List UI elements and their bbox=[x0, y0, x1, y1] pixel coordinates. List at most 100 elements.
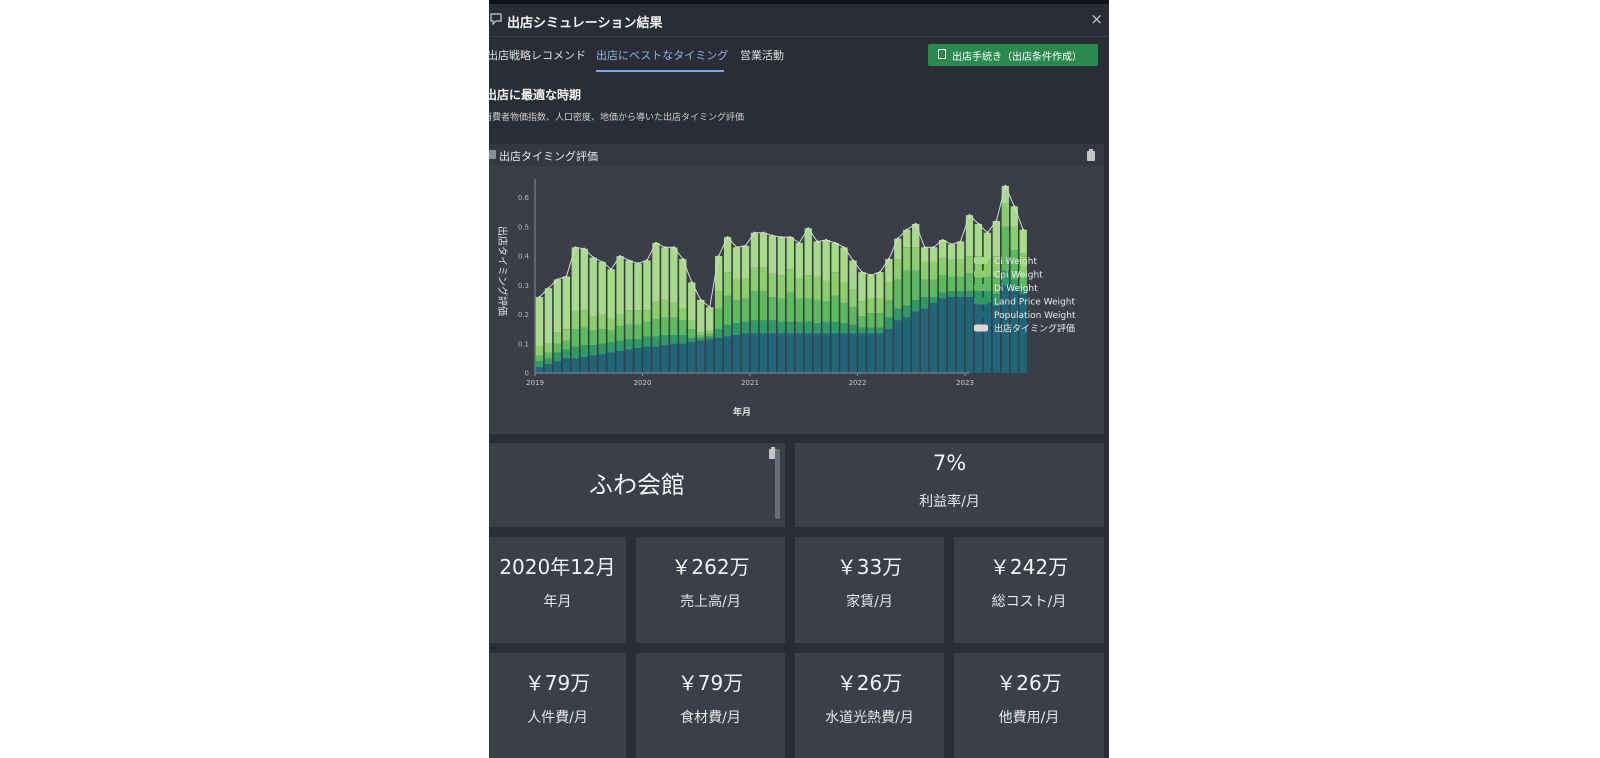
bar-segment bbox=[840, 247, 848, 283]
bar-segment bbox=[786, 292, 794, 322]
bar-segment bbox=[768, 273, 777, 297]
bar-segment bbox=[661, 345, 669, 373]
bar-segment bbox=[723, 295, 732, 325]
bar-segment bbox=[804, 275, 812, 299]
bar-segment bbox=[714, 291, 723, 309]
scrollbar[interactable] bbox=[775, 449, 780, 519]
bar-segment bbox=[688, 342, 696, 373]
total-score-point bbox=[726, 235, 729, 239]
bar-segment bbox=[580, 248, 588, 311]
bar-segment bbox=[777, 298, 786, 322]
bar-segment bbox=[706, 339, 714, 373]
metric-value: ￥33万 bbox=[836, 555, 903, 579]
bar-segment bbox=[759, 232, 768, 268]
bar-segment bbox=[885, 299, 893, 318]
bar-segment bbox=[938, 292, 947, 299]
bar-segment bbox=[1010, 226, 1018, 251]
bar-segment bbox=[661, 317, 669, 335]
bar-segment bbox=[616, 326, 624, 341]
bar-segment bbox=[947, 297, 956, 373]
bar-segment bbox=[822, 333, 830, 373]
simulation-result-panel: 出店シミュレーション結果 × 出店戦略レコメンド 出店にベストなタイミング 営業… bbox=[489, 0, 1109, 758]
bar-segment bbox=[697, 340, 705, 373]
total-score-point bbox=[860, 271, 864, 274]
total-score-point bbox=[914, 222, 917, 226]
bar-segment bbox=[625, 310, 633, 325]
bar-segment bbox=[786, 321, 794, 334]
document-icon bbox=[938, 49, 946, 59]
bar-segment bbox=[822, 240, 830, 281]
bar-segment bbox=[607, 269, 615, 319]
total-score-point bbox=[842, 246, 846, 249]
bar-segment bbox=[714, 308, 723, 330]
metric-value: ￥262万 bbox=[671, 555, 750, 579]
total-score-point bbox=[708, 306, 711, 309]
bar-segment bbox=[885, 329, 893, 373]
store-name-card: ふわ会館 bbox=[489, 443, 785, 527]
bar-segment bbox=[894, 308, 902, 321]
bar-segment bbox=[723, 272, 732, 296]
bar-segment bbox=[831, 295, 839, 322]
bar-segment bbox=[714, 329, 723, 338]
bar-segment bbox=[589, 345, 597, 356]
bar-segment bbox=[589, 355, 597, 373]
metric-label: 水道光熱費/月 bbox=[825, 710, 914, 726]
x-tick-label: 2020 bbox=[634, 379, 652, 387]
metric-label: 家賃/月 bbox=[846, 594, 893, 610]
tab-sales-activity[interactable]: 営業活動 bbox=[740, 47, 784, 63]
bar-segment bbox=[768, 235, 777, 274]
chart-header: 出店タイミング評価 bbox=[489, 144, 1104, 166]
total-score-point bbox=[941, 238, 944, 242]
x-tick-label: 2019 bbox=[526, 379, 544, 387]
bar-segment bbox=[706, 330, 714, 334]
bar-segment bbox=[598, 354, 606, 373]
bar-segment bbox=[535, 361, 544, 368]
bar-segment bbox=[858, 316, 866, 328]
x-tick-label: 2021 bbox=[741, 379, 759, 387]
total-score-point bbox=[780, 235, 783, 239]
bar-segment bbox=[544, 358, 553, 365]
bar-segment bbox=[643, 260, 651, 311]
close-button[interactable]: × bbox=[1090, 10, 1103, 28]
clipboard-icon[interactable] bbox=[1087, 149, 1095, 161]
legend-label: Population Weight bbox=[994, 311, 1076, 321]
bar-segment bbox=[661, 247, 669, 300]
bar-segment bbox=[903, 317, 911, 373]
bar-segment bbox=[813, 333, 821, 373]
tab-strategy-recommend[interactable]: 出店戦略レコメンド bbox=[489, 47, 586, 63]
metric-label: 総コスト/月 bbox=[991, 594, 1067, 610]
legend-swatch bbox=[974, 324, 988, 332]
total-score-point bbox=[878, 271, 881, 274]
bar-segment bbox=[607, 318, 615, 331]
bar-segment bbox=[741, 298, 750, 322]
profit-rate-value: 7% bbox=[932, 451, 967, 475]
bar-segment bbox=[777, 275, 786, 299]
bar-segment bbox=[921, 308, 929, 373]
bar-segment bbox=[956, 259, 965, 277]
bar-segment bbox=[688, 320, 696, 330]
bar-segment bbox=[723, 336, 732, 373]
bar-segment bbox=[750, 232, 759, 268]
bar-segment bbox=[929, 297, 938, 303]
bar-segment bbox=[697, 337, 705, 341]
total-score-point bbox=[977, 222, 980, 226]
total-score-point bbox=[905, 228, 908, 231]
bar-segment bbox=[983, 232, 992, 259]
bar-segment bbox=[912, 270, 920, 300]
bar-segment bbox=[867, 313, 875, 328]
y-tick-label: 0.1 bbox=[518, 340, 529, 348]
bar-segment bbox=[804, 228, 812, 276]
bar-segment bbox=[562, 358, 571, 373]
bar-segment bbox=[894, 320, 902, 373]
bar-segment bbox=[903, 270, 911, 306]
bar-segment bbox=[535, 367, 544, 373]
metric-value: ￥79万 bbox=[677, 671, 744, 695]
bar-segment bbox=[929, 302, 938, 373]
bar-segment bbox=[759, 291, 768, 321]
total-score-point bbox=[753, 231, 756, 234]
tab-best-timing[interactable]: 出店にベストなタイミング bbox=[596, 47, 728, 63]
open-store-procedure-button[interactable]: 出店手続き（出店条件作成） bbox=[928, 44, 1098, 66]
total-score-point bbox=[762, 231, 765, 234]
sales-card: ￥262万 売上高/月 bbox=[636, 537, 785, 643]
bar-segment bbox=[831, 321, 839, 334]
